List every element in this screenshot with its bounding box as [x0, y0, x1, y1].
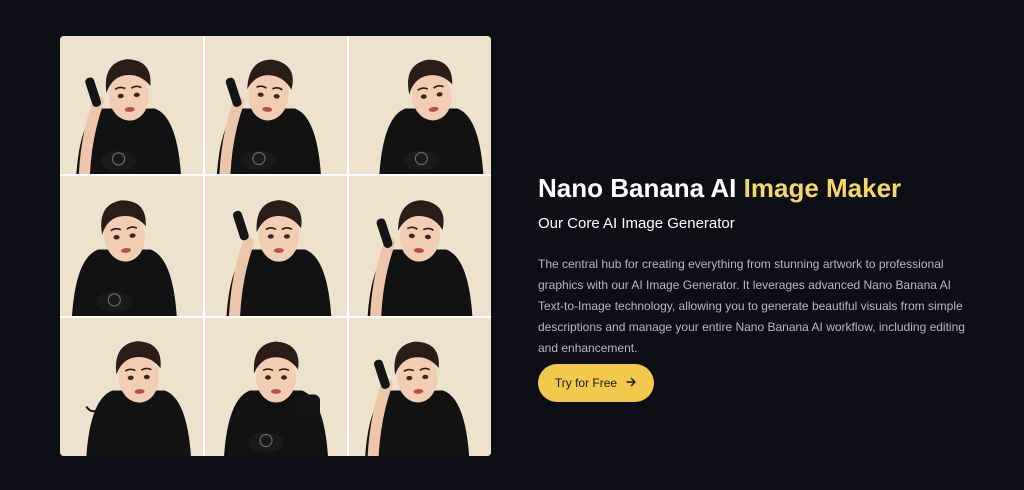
portrait-illustration: [76, 59, 181, 174]
portrait-illustration: [226, 200, 332, 316]
portrait-tile-3: [349, 36, 491, 174]
portrait-tile-5: [205, 176, 347, 316]
portrait-tile-4: [60, 176, 203, 316]
portrait-illustration: [71, 200, 177, 316]
title-white-part: Nano Banana AI: [538, 173, 737, 203]
portrait-illustration: [224, 341, 328, 456]
portrait-tile-1: [60, 36, 203, 174]
portrait-tile-9: [349, 318, 491, 456]
portrait-illustration: [216, 59, 321, 174]
description: The central hub for creating everything …: [538, 257, 965, 355]
portrait-illustration: [85, 341, 191, 456]
portrait-tile-8: [205, 318, 347, 456]
arrow-right-icon: [625, 376, 637, 391]
generated-image-gallery: [60, 36, 491, 456]
portrait-illustration: [367, 200, 473, 316]
try-for-free-button[interactable]: Try for Free: [538, 364, 654, 402]
title-gold-part: Image Maker: [743, 173, 902, 203]
subtitle: Our Core AI Image Generator: [538, 215, 735, 232]
portrait-tile-2: [205, 36, 347, 174]
image-grid: [60, 36, 491, 456]
portrait-tile-7: [60, 318, 203, 456]
portrait-tile-6: [349, 176, 491, 316]
hero-text: Nano Banana AI Image Maker Our Core AI I…: [538, 172, 978, 359]
portrait-illustration: [365, 341, 470, 456]
portrait-illustration: [379, 59, 484, 174]
cta-label: Try for Free: [554, 376, 618, 390]
page-title: Nano Banana AI Image Maker: [538, 172, 978, 204]
